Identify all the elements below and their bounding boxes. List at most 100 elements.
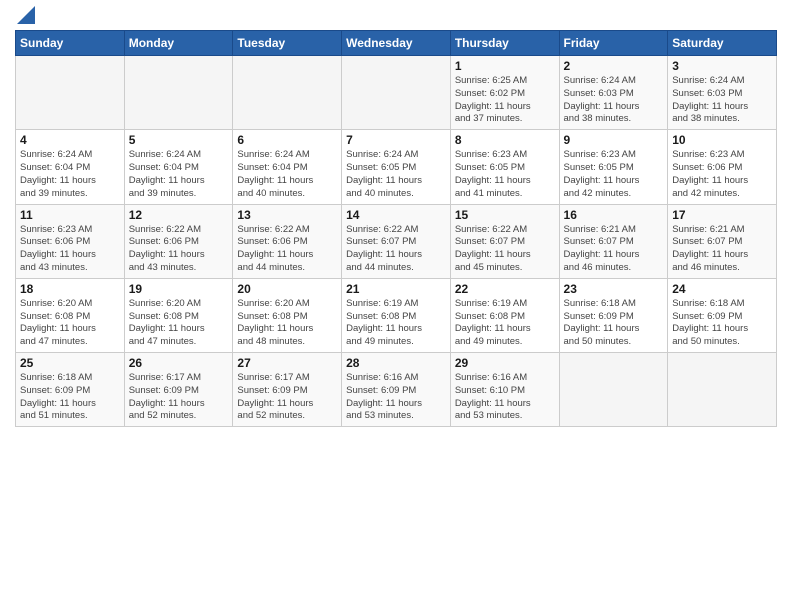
calendar-cell: 4 Sunrise: 6:24 AM Sunset: 6:04 PM Daylig… <box>16 130 125 204</box>
header-day-wednesday: Wednesday <box>342 31 451 56</box>
day-info: Sunrise: 6:17 AM Sunset: 6:09 PM Dayligh… <box>237 372 337 423</box>
day-number: 21 <box>346 282 446 296</box>
day-number: 19 <box>129 282 229 296</box>
header-day-saturday: Saturday <box>668 31 777 56</box>
calendar-cell <box>16 56 125 130</box>
calendar-cell: 13Sunrise: 6:22 AM Sunset: 6:06 PM Dayli… <box>233 204 342 278</box>
calendar-cell: 28 Sunrise: 6:16 AM Sunset: 6:09 PM Dayli… <box>342 353 451 427</box>
day-info: Sunrise: 6:24 AM Sunset: 6:03 PM Dayligh… <box>564 75 664 126</box>
day-number: 3 <box>672 59 772 73</box>
calendar-cell: 17 Sunrise: 6:21 AM Sunset: 6:07 PM Dayli… <box>668 204 777 278</box>
calendar-cell: 26 Sunrise: 6:17 AM Sunset: 6:09 PM Dayli… <box>124 353 233 427</box>
calendar-cell: 24 Sunrise: 6:18 AM Sunset: 6:09 PM Dayli… <box>668 278 777 352</box>
calendar-cell: 22 Sunrise: 6:19 AM Sunset: 6:08 PM Dayli… <box>450 278 559 352</box>
day-number: 25 <box>20 356 120 370</box>
calendar-week-1: 1 Sunrise: 6:25 AM Sunset: 6:02 PM Daylig… <box>16 56 777 130</box>
day-number: 22 <box>455 282 555 296</box>
day-number: 28 <box>346 356 446 370</box>
logo-arrow-icon <box>17 6 35 24</box>
header-day-sunday: Sunday <box>16 31 125 56</box>
day-info: Sunrise: 6:24 AM Sunset: 6:05 PM Dayligh… <box>346 149 446 200</box>
day-info: Sunrise: 6:24 AM Sunset: 6:04 PM Dayligh… <box>237 149 337 200</box>
day-number: 17 <box>672 208 772 222</box>
calendar-cell: 12 Sunrise: 6:22 AM Sunset: 6:06 PM Dayli… <box>124 204 233 278</box>
day-info: Sunrise: 6:17 AM Sunset: 6:09 PM Dayligh… <box>129 372 229 423</box>
calendar-cell: 8 Sunrise: 6:23 AM Sunset: 6:05 PM Daylig… <box>450 130 559 204</box>
calendar-cell: 23 Sunrise: 6:18 AM Sunset: 6:09 PM Dayli… <box>559 278 668 352</box>
calendar-cell: 6 Sunrise: 6:24 AM Sunset: 6:04 PM Daylig… <box>233 130 342 204</box>
day-number: 29 <box>455 356 555 370</box>
calendar-table: SundayMondayTuesdayWednesdayThursdayFrid… <box>15 30 777 427</box>
day-info: Sunrise: 6:23 AM Sunset: 6:05 PM Dayligh… <box>455 149 555 200</box>
day-number: 9 <box>564 133 664 147</box>
day-number: 7 <box>346 133 446 147</box>
calendar-header-row: SundayMondayTuesdayWednesdayThursdayFrid… <box>16 31 777 56</box>
calendar-cell <box>233 56 342 130</box>
day-number: 10 <box>672 133 772 147</box>
day-number: 1 <box>455 59 555 73</box>
day-info: Sunrise: 6:24 AM Sunset: 6:04 PM Dayligh… <box>20 149 120 200</box>
day-info: Sunrise: 6:21 AM Sunset: 6:07 PM Dayligh… <box>672 224 772 275</box>
calendar-week-4: 18 Sunrise: 6:20 AM Sunset: 6:08 PM Dayli… <box>16 278 777 352</box>
day-number: 18 <box>20 282 120 296</box>
day-number: 12 <box>129 208 229 222</box>
calendar-cell: 9 Sunrise: 6:23 AM Sunset: 6:05 PM Daylig… <box>559 130 668 204</box>
calendar-cell: 2 Sunrise: 6:24 AM Sunset: 6:03 PM Daylig… <box>559 56 668 130</box>
day-info: Sunrise: 6:23 AM Sunset: 6:05 PM Dayligh… <box>564 149 664 200</box>
day-number: 6 <box>237 133 337 147</box>
day-number: 13 <box>237 208 337 222</box>
calendar-cell: 5 Sunrise: 6:24 AM Sunset: 6:04 PM Daylig… <box>124 130 233 204</box>
day-info: Sunrise: 6:25 AM Sunset: 6:02 PM Dayligh… <box>455 75 555 126</box>
day-info: Sunrise: 6:18 AM Sunset: 6:09 PM Dayligh… <box>672 298 772 349</box>
calendar-cell: 11 Sunrise: 6:23 AM Sunset: 6:06 PM Dayli… <box>16 204 125 278</box>
day-number: 14 <box>346 208 446 222</box>
day-info: Sunrise: 6:19 AM Sunset: 6:08 PM Dayligh… <box>455 298 555 349</box>
day-number: 16 <box>564 208 664 222</box>
day-number: 4 <box>20 133 120 147</box>
day-number: 24 <box>672 282 772 296</box>
day-info: Sunrise: 6:22 AM Sunset: 6:07 PM Dayligh… <box>455 224 555 275</box>
calendar-cell: 7 Sunrise: 6:24 AM Sunset: 6:05 PM Daylig… <box>342 130 451 204</box>
day-number: 8 <box>455 133 555 147</box>
calendar-week-5: 25 Sunrise: 6:18 AM Sunset: 6:09 PM Dayli… <box>16 353 777 427</box>
day-info: Sunrise: 6:22 AM Sunset: 6:07 PM Dayligh… <box>346 224 446 275</box>
header-day-tuesday: Tuesday <box>233 31 342 56</box>
calendar-cell: 27 Sunrise: 6:17 AM Sunset: 6:09 PM Dayli… <box>233 353 342 427</box>
calendar-cell: 14 Sunrise: 6:22 AM Sunset: 6:07 PM Dayli… <box>342 204 451 278</box>
calendar-cell <box>668 353 777 427</box>
calendar-cell: 25 Sunrise: 6:18 AM Sunset: 6:09 PM Dayli… <box>16 353 125 427</box>
calendar-cell <box>124 56 233 130</box>
day-info: Sunrise: 6:23 AM Sunset: 6:06 PM Dayligh… <box>20 224 120 275</box>
day-number: 11 <box>20 208 120 222</box>
calendar-cell: 20 Sunrise: 6:20 AM Sunset: 6:08 PM Dayli… <box>233 278 342 352</box>
header-day-thursday: Thursday <box>450 31 559 56</box>
day-number: 2 <box>564 59 664 73</box>
calendar-cell: 15Sunrise: 6:22 AM Sunset: 6:07 PM Dayli… <box>450 204 559 278</box>
day-number: 27 <box>237 356 337 370</box>
day-number: 20 <box>237 282 337 296</box>
day-info: Sunrise: 6:18 AM Sunset: 6:09 PM Dayligh… <box>20 372 120 423</box>
day-number: 23 <box>564 282 664 296</box>
day-number: 5 <box>129 133 229 147</box>
calendar-week-2: 4 Sunrise: 6:24 AM Sunset: 6:04 PM Daylig… <box>16 130 777 204</box>
calendar-cell: 19Sunrise: 6:20 AM Sunset: 6:08 PM Dayli… <box>124 278 233 352</box>
calendar-cell: 1 Sunrise: 6:25 AM Sunset: 6:02 PM Daylig… <box>450 56 559 130</box>
calendar-cell: 18 Sunrise: 6:20 AM Sunset: 6:08 PM Dayli… <box>16 278 125 352</box>
header-day-friday: Friday <box>559 31 668 56</box>
day-info: Sunrise: 6:18 AM Sunset: 6:09 PM Dayligh… <box>564 298 664 349</box>
day-info: Sunrise: 6:21 AM Sunset: 6:07 PM Dayligh… <box>564 224 664 275</box>
day-info: Sunrise: 6:20 AM Sunset: 6:08 PM Dayligh… <box>237 298 337 349</box>
day-info: Sunrise: 6:22 AM Sunset: 6:06 PM Dayligh… <box>129 224 229 275</box>
calendar-cell: 3Sunrise: 6:24 AM Sunset: 6:03 PM Daylig… <box>668 56 777 130</box>
day-info: Sunrise: 6:16 AM Sunset: 6:09 PM Dayligh… <box>346 372 446 423</box>
calendar-cell: 29 Sunrise: 6:16 AM Sunset: 6:10 PM Dayli… <box>450 353 559 427</box>
day-info: Sunrise: 6:16 AM Sunset: 6:10 PM Dayligh… <box>455 372 555 423</box>
calendar-cell: 16 Sunrise: 6:21 AM Sunset: 6:07 PM Dayli… <box>559 204 668 278</box>
calendar-week-3: 11 Sunrise: 6:23 AM Sunset: 6:06 PM Dayli… <box>16 204 777 278</box>
day-info: Sunrise: 6:24 AM Sunset: 6:04 PM Dayligh… <box>129 149 229 200</box>
day-number: 26 <box>129 356 229 370</box>
calendar-cell: 10Sunrise: 6:23 AM Sunset: 6:06 PM Dayli… <box>668 130 777 204</box>
day-info: Sunrise: 6:20 AM Sunset: 6:08 PM Dayligh… <box>20 298 120 349</box>
calendar-cell <box>559 353 668 427</box>
day-info: Sunrise: 6:19 AM Sunset: 6:08 PM Dayligh… <box>346 298 446 349</box>
